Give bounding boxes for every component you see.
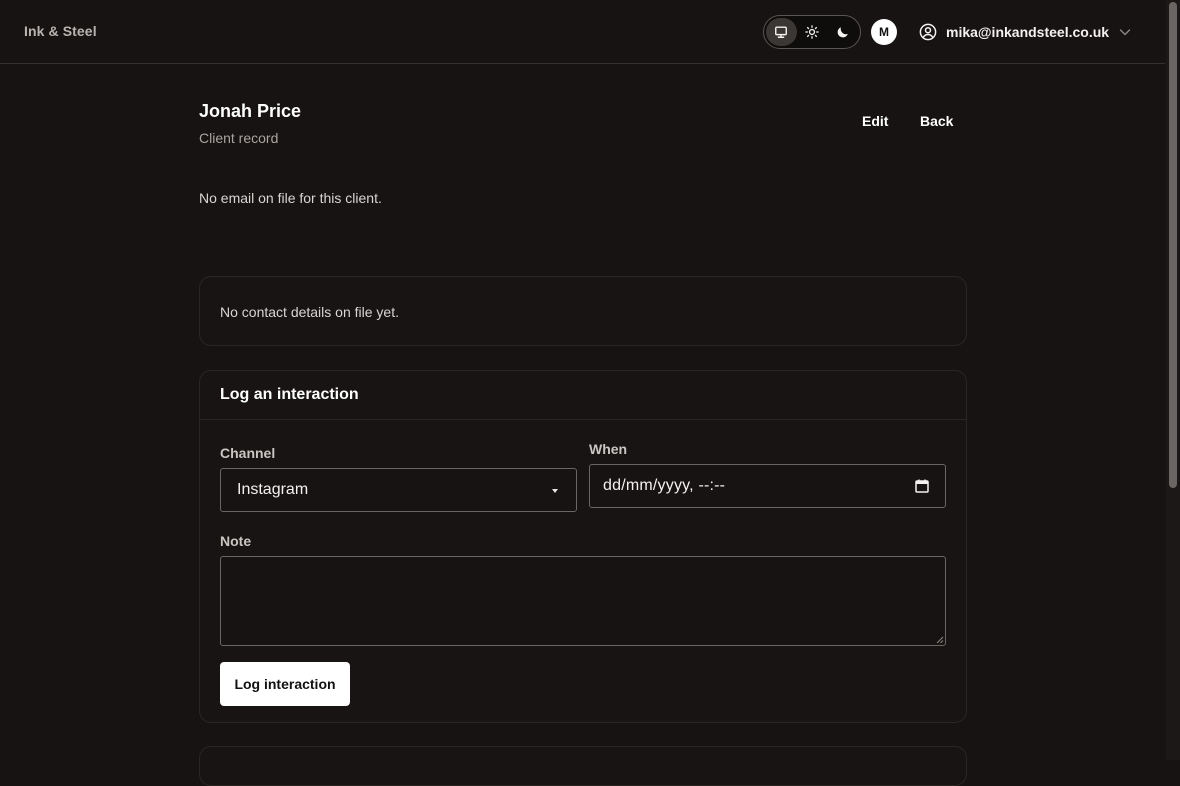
theme-system-button[interactable] bbox=[766, 18, 797, 46]
note-label: Note bbox=[220, 533, 252, 549]
card-header: Log an interaction bbox=[200, 371, 966, 420]
next-card bbox=[199, 746, 967, 786]
moon-icon bbox=[837, 27, 848, 38]
contact-details-card: No contact details on file yet. bbox=[199, 276, 967, 346]
theme-light-button[interactable] bbox=[797, 18, 828, 46]
top-bar: Ink & Steel M mika@inkandsteel.co.uk bbox=[0, 0, 1165, 64]
theme-dark-button[interactable] bbox=[827, 18, 858, 46]
log-interaction-button[interactable]: Log interaction bbox=[220, 662, 350, 706]
user-circle-icon bbox=[919, 23, 937, 41]
edit-link[interactable]: Edit bbox=[862, 113, 888, 129]
when-label: When bbox=[589, 441, 628, 457]
monitor-icon bbox=[775, 26, 788, 38]
brand-logo[interactable]: Ink & Steel bbox=[24, 23, 97, 39]
channel-select[interactable]: Instagram bbox=[220, 468, 577, 512]
user-menu[interactable]: mika@inkandsteel.co.uk bbox=[919, 20, 1132, 44]
channel-label: Channel bbox=[220, 445, 276, 461]
caret-down-icon bbox=[552, 489, 558, 493]
email-notice: No email on file for this client. bbox=[199, 190, 382, 206]
page-title: Jonah Price bbox=[199, 101, 302, 121]
contact-details-text: No contact details on file yet. bbox=[220, 304, 399, 320]
avatar[interactable]: M bbox=[871, 19, 897, 45]
scrollbar-thumb[interactable] bbox=[1169, 2, 1177, 488]
note-textarea[interactable] bbox=[220, 556, 946, 646]
when-datetime-input[interactable]: dd/mm/yyyy, --:-- bbox=[589, 464, 946, 508]
chevron-down-icon bbox=[1119, 29, 1131, 36]
resize-grip-icon[interactable] bbox=[935, 635, 944, 644]
back-link[interactable]: Back bbox=[920, 113, 953, 129]
log-interaction-card: Log an interaction Channel Instagram Whe… bbox=[199, 370, 967, 723]
channel-select-value: Instagram bbox=[237, 481, 309, 498]
calendar-icon[interactable] bbox=[914, 478, 930, 494]
page-subtitle: Client record bbox=[199, 130, 279, 146]
theme-toggle bbox=[763, 15, 861, 49]
sun-icon bbox=[805, 25, 819, 39]
card-title: Log an interaction bbox=[220, 386, 359, 403]
user-email: mika@inkandsteel.co.uk bbox=[946, 24, 1110, 40]
page-scrollbar[interactable] bbox=[1166, 0, 1180, 760]
datetime-placeholder: dd/mm/yyyy, --:-- bbox=[603, 477, 726, 494]
